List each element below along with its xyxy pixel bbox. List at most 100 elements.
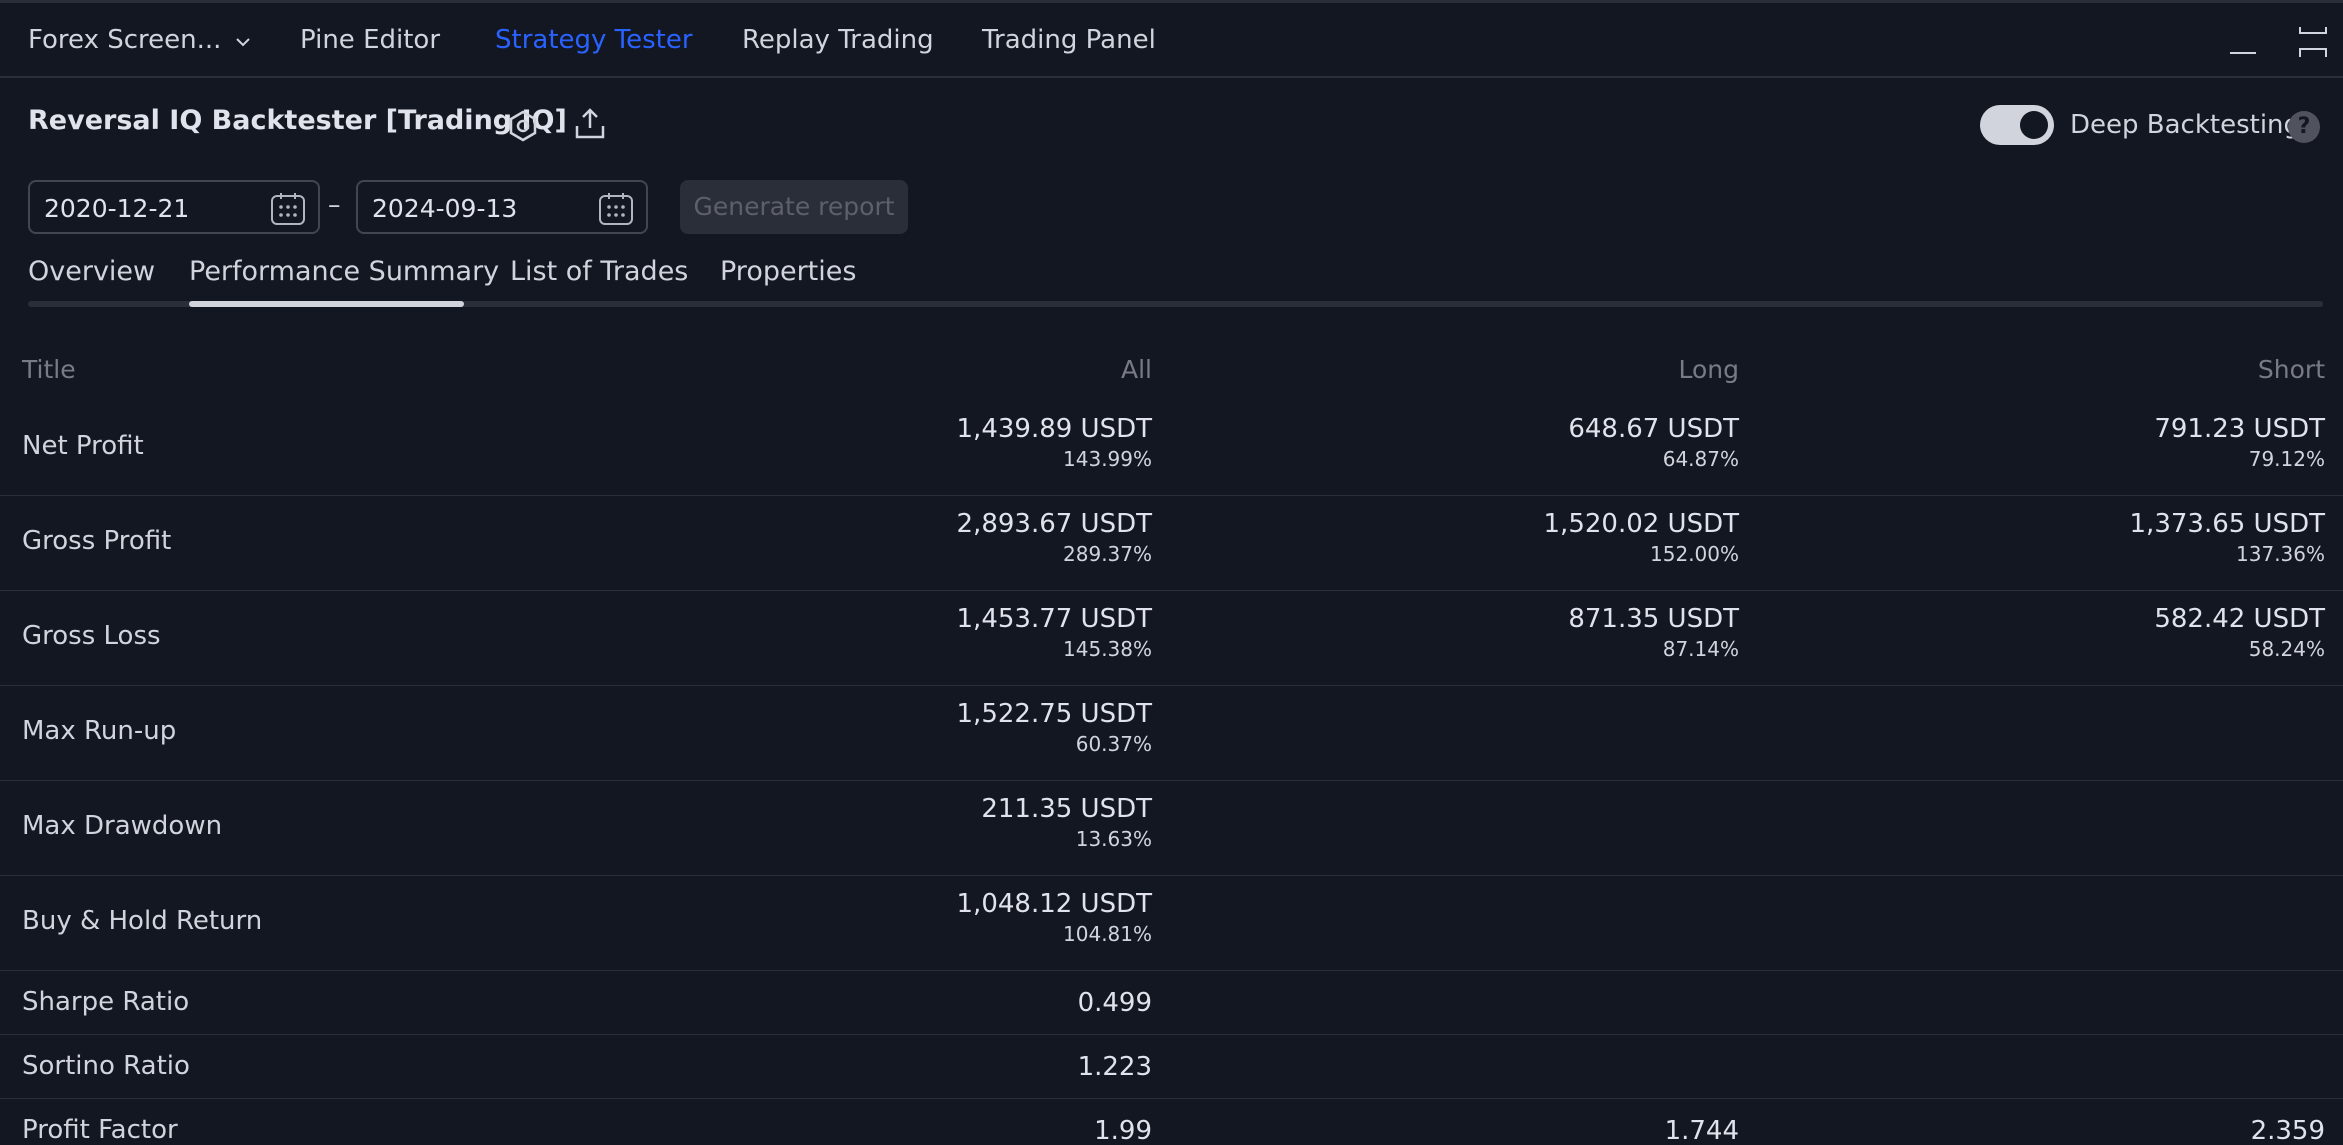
toggle-knob — [2020, 111, 2048, 139]
tab-replay-trading[interactable]: Replay Trading — [742, 25, 934, 55]
end-date-value: 2024-09-13 — [372, 194, 518, 223]
row-title: Max Run-up — [22, 716, 177, 746]
strategy-title: Reversal IQ Backtester [Trading IQ] — [28, 105, 567, 136]
value: 791.23 USDT — [2154, 414, 2325, 444]
value: 1,522.75 USDT — [956, 699, 1152, 729]
value: 1.99 — [1094, 1116, 1152, 1145]
percent: 289.37% — [1063, 542, 1152, 566]
cell-short: 791.23 USDT 79.12% — [2154, 413, 2325, 473]
chevron-down-icon[interactable] — [232, 31, 254, 53]
percent: 13.63% — [1075, 827, 1152, 851]
cell-all: 1,453.77 USDT 145.38% — [957, 603, 1152, 663]
cell-all: 2,893.67 USDT 289.37% — [957, 508, 1152, 568]
table-header: Title All Long Short — [0, 335, 2343, 401]
table-row: Gross Loss 1,453.77 USDT 145.38% 871.35 … — [0, 591, 2343, 686]
header-all[interactable]: All — [1121, 355, 1152, 384]
tab-trading-panel[interactable]: Trading Panel — [982, 25, 1156, 55]
percent: 145.38% — [1063, 637, 1152, 661]
value: 1,439.89 USDT — [956, 414, 1152, 444]
tab-list-of-trades[interactable]: List of Trades — [510, 256, 688, 287]
deep-backtesting-label: Deep Backtesting — [2070, 110, 2301, 140]
cell-all: 211.35 USDT 13.63% — [981, 793, 1152, 853]
value: 1.223 — [1077, 1052, 1152, 1082]
cell-long: 871.35 USDT 87.14% — [1568, 603, 1739, 663]
value: 211.35 USDT — [981, 794, 1152, 824]
tab-overview[interactable]: Overview — [28, 256, 155, 287]
strategy-tester-panel: Forex Screen... Pine Editor Strategy Tes… — [0, 0, 2343, 1145]
percent: 87.14% — [1662, 637, 1739, 661]
row-title: Buy & Hold Return — [22, 906, 263, 936]
help-icon[interactable]: ? — [2288, 111, 2320, 143]
cell-short: 2.359 — [2251, 1115, 2325, 1145]
value: 1,453.77 USDT — [956, 604, 1152, 634]
cell-all: 1,522.75 USDT 60.37% — [957, 698, 1152, 758]
end-date-input[interactable]: 2024-09-13 — [356, 180, 648, 234]
settings-icon[interactable] — [505, 108, 541, 144]
row-title: Gross Profit — [22, 526, 172, 556]
value: 1,373.65 USDT — [2129, 509, 2325, 539]
header-title[interactable]: Title — [22, 355, 76, 384]
cell-short: 1,373.65 USDT 137.36% — [2130, 508, 2325, 568]
value: 2.359 — [2250, 1116, 2325, 1145]
generate-report-button[interactable]: Generate report — [680, 180, 908, 234]
table-row: Max Drawdown 211.35 USDT 13.63% — [0, 781, 2343, 876]
percent: 79.12% — [2248, 447, 2325, 471]
percent: 137.36% — [2236, 542, 2325, 566]
strategy-header: Reversal IQ Backtester [Trading IQ] — [28, 105, 567, 136]
tab-pine-editor[interactable]: Pine Editor — [300, 25, 440, 55]
minimize-icon[interactable] — [2228, 25, 2258, 59]
export-icon[interactable] — [572, 106, 608, 142]
tab-performance-summary[interactable]: Performance Summary — [189, 256, 499, 287]
header-long[interactable]: Long — [1679, 355, 1740, 384]
cell-all: 1,048.12 USDT 104.81% — [957, 888, 1152, 948]
performance-table: Title All Long Short Net Profit 1,439.89… — [0, 335, 2343, 1145]
cell-all: 1,439.89 USDT 143.99% — [957, 413, 1152, 473]
percent: 104.81% — [1063, 922, 1152, 946]
cell-long: 1.744 — [1665, 1115, 1739, 1145]
cell-long: 1,520.02 USDT 152.00% — [1544, 508, 1739, 568]
percent: 143.99% — [1063, 447, 1152, 471]
value: 648.67 USDT — [1568, 414, 1739, 444]
calendar-icon[interactable] — [598, 192, 634, 226]
deep-backtesting-toggle[interactable] — [1980, 105, 2054, 145]
cell-all: 1.223 — [1078, 1051, 1152, 1083]
row-title: Max Drawdown — [22, 811, 223, 841]
row-title: Sharpe Ratio — [22, 987, 190, 1017]
value: 1,520.02 USDT — [1543, 509, 1739, 539]
table-row: Sortino Ratio 1.223 — [0, 1035, 2343, 1099]
cell-short: 582.42 USDT 58.24% — [2154, 603, 2325, 663]
tab-forex-screener[interactable]: Forex Screen... — [28, 25, 221, 55]
percent: 152.00% — [1650, 542, 1739, 566]
date-separator: – — [328, 190, 341, 219]
table-row: Profit Factor 1.99 1.744 2.359 — [0, 1099, 2343, 1145]
percent: 64.87% — [1662, 447, 1739, 471]
cell-all: 0.499 — [1078, 987, 1152, 1019]
value: 1.744 — [1664, 1116, 1739, 1145]
table-row: Sharpe Ratio 0.499 — [0, 971, 2343, 1035]
calendar-icon[interactable] — [270, 192, 306, 226]
value: 871.35 USDT — [1568, 604, 1739, 634]
tab-strategy-tester[interactable]: Strategy Tester — [495, 25, 693, 55]
percent: 60.37% — [1075, 732, 1152, 756]
table-row: Buy & Hold Return 1,048.12 USDT 104.81% — [0, 876, 2343, 971]
maximize-icon[interactable] — [2296, 25, 2330, 59]
tab-properties[interactable]: Properties — [720, 256, 856, 287]
row-title: Net Profit — [22, 431, 144, 461]
value: 582.42 USDT — [2154, 604, 2325, 634]
row-title: Gross Loss — [22, 621, 161, 651]
cell-long: 648.67 USDT 64.87% — [1568, 413, 1739, 473]
header-short[interactable]: Short — [2258, 355, 2325, 384]
start-date-input[interactable]: 2020-12-21 — [28, 180, 320, 234]
bottom-panel-tabbar: Forex Screen... Pine Editor Strategy Tes… — [0, 0, 2343, 78]
table-row: Net Profit 1,439.89 USDT 143.99% 648.67 … — [0, 401, 2343, 496]
value: 1,048.12 USDT — [956, 889, 1152, 919]
row-title: Sortino Ratio — [22, 1051, 190, 1081]
value: 0.499 — [1077, 988, 1152, 1018]
table-row: Gross Profit 2,893.67 USDT 289.37% 1,520… — [0, 496, 2343, 591]
row-title: Profit Factor — [22, 1115, 178, 1145]
percent: 58.24% — [2248, 637, 2325, 661]
active-tab-indicator — [189, 301, 464, 307]
value: 2,893.67 USDT — [956, 509, 1152, 539]
cell-all: 1.99 — [1094, 1115, 1152, 1145]
start-date-value: 2020-12-21 — [44, 194, 190, 223]
